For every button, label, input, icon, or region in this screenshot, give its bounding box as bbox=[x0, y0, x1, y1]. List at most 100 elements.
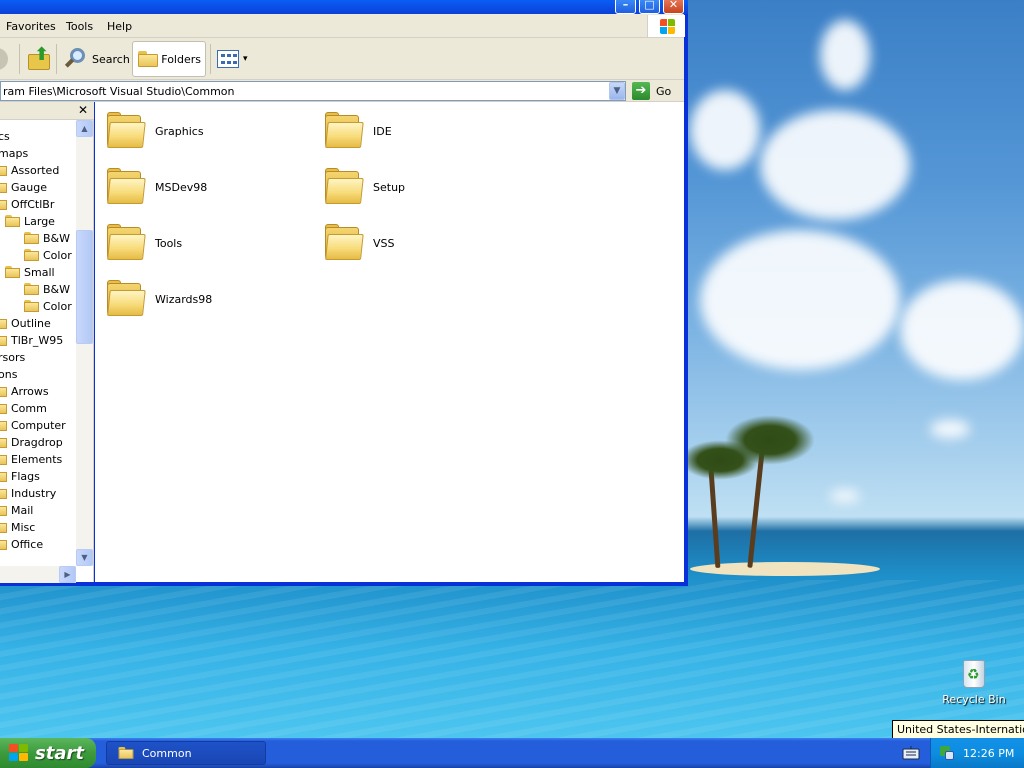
keyboard-icon[interactable] bbox=[902, 746, 920, 760]
tree-item[interactable]: Color bbox=[24, 247, 72, 264]
folder-label: Setup bbox=[373, 180, 406, 194]
tree-item-label: maps bbox=[0, 147, 29, 160]
tree-item[interactable]: Small bbox=[5, 264, 55, 281]
go-arrow-icon: ➔ bbox=[632, 82, 650, 100]
clock[interactable]: 12:26 PM bbox=[963, 747, 1014, 760]
maximize-button[interactable]: □ bbox=[639, 0, 660, 14]
go-label: Go bbox=[656, 84, 672, 98]
folder-icon bbox=[0, 198, 8, 211]
tree-item[interactable]: Outline bbox=[0, 315, 51, 332]
tree-item[interactable]: Assorted bbox=[0, 162, 59, 179]
network-icon[interactable] bbox=[939, 745, 955, 761]
title-bar[interactable]: – □ ✕ bbox=[0, 0, 688, 14]
scroll-down-icon[interactable]: ▼ bbox=[76, 549, 93, 566]
tree-item-label: Mail bbox=[11, 504, 34, 517]
folders-button[interactable]: Folders bbox=[132, 41, 206, 77]
up-folder-button[interactable]: ⬆ bbox=[22, 41, 56, 77]
tree-item[interactable]: Office bbox=[0, 536, 43, 553]
tree-item[interactable]: B&W bbox=[24, 230, 70, 247]
tree-item[interactable]: Gauge bbox=[0, 179, 47, 196]
tree-item[interactable]: Mail bbox=[0, 502, 33, 519]
folder-item[interactable]: Graphics bbox=[105, 112, 204, 150]
folder-label: MSDev98 bbox=[155, 180, 208, 194]
folder-label: IDE bbox=[373, 124, 392, 138]
taskbar-item-common[interactable]: Common bbox=[106, 741, 266, 765]
tree-item[interactable]: ons bbox=[0, 366, 17, 383]
minimize-button[interactable]: – bbox=[615, 0, 636, 14]
views-dropdown-icon: ▾ bbox=[243, 54, 248, 64]
folder-icon bbox=[105, 112, 146, 150]
tree-item[interactable]: B&W bbox=[24, 281, 70, 298]
tree-item[interactable]: Comm bbox=[0, 400, 47, 417]
views-icon bbox=[217, 50, 239, 68]
folder-icon bbox=[0, 402, 8, 415]
scroll-up-icon[interactable]: ▲ bbox=[76, 120, 93, 137]
forward-button[interactable] bbox=[0, 41, 12, 77]
tree-item[interactable]: Color bbox=[24, 298, 72, 315]
tree-item-label: Color bbox=[43, 300, 72, 313]
tree-item[interactable]: Misc bbox=[0, 519, 35, 536]
folder-icon bbox=[105, 224, 146, 262]
tree-item-label: cs bbox=[0, 130, 10, 143]
recycle-bin-label: Recycle Bin bbox=[942, 693, 1006, 706]
tree-item-label: Gauge bbox=[11, 181, 47, 194]
tree-item-label: Color bbox=[43, 249, 72, 262]
tree-item-label: TlBr_W95 bbox=[11, 334, 64, 347]
menu-favorites[interactable]: Favorites bbox=[6, 20, 56, 33]
tree-item-label: Dragdrop bbox=[11, 436, 63, 449]
folders-pane-close-icon[interactable]: ✕ bbox=[76, 103, 90, 117]
recycle-bin[interactable]: ♻ Recycle Bin bbox=[942, 656, 1006, 706]
folder-item[interactable]: MSDev98 bbox=[105, 168, 207, 206]
folder-item[interactable]: Tools bbox=[105, 224, 182, 262]
system-tray: 12:26 PM bbox=[930, 738, 1024, 768]
folder-icon bbox=[0, 470, 8, 483]
tree-item[interactable]: cs bbox=[0, 128, 10, 145]
close-button[interactable]: ✕ bbox=[663, 0, 684, 14]
menu-tools[interactable]: Tools bbox=[66, 20, 93, 33]
tree-item[interactable]: Elements bbox=[0, 451, 62, 468]
tree-item[interactable]: Dragdrop bbox=[0, 434, 63, 451]
start-label: start bbox=[35, 742, 84, 764]
tree-item[interactable]: Industry bbox=[0, 485, 56, 502]
folder-item[interactable]: VSS bbox=[323, 224, 395, 262]
folder-icon bbox=[5, 215, 21, 228]
tree-item[interactable]: Flags bbox=[0, 468, 40, 485]
folder-icon bbox=[0, 436, 8, 449]
scroll-right-icon[interactable]: ▶ bbox=[59, 566, 76, 583]
tree-item[interactable]: TlBr_W95 bbox=[0, 332, 63, 349]
go-button[interactable]: ➔ Go bbox=[632, 82, 671, 100]
tree-item[interactable]: Computer bbox=[0, 417, 66, 434]
folder-icon bbox=[118, 746, 135, 760]
tree-item-label: B&W bbox=[43, 232, 71, 245]
tree-item[interactable]: maps bbox=[0, 145, 28, 162]
scroll-thumb[interactable] bbox=[76, 230, 93, 344]
start-button[interactable]: start bbox=[0, 738, 96, 768]
folder-contents: Graphics IDE MSDev98 Setup Tools VSS Wizards98 bbox=[95, 102, 684, 582]
address-bar: ram Files\Microsoft Visual Studio\Common… bbox=[0, 80, 684, 102]
tree-item-label: Comm bbox=[11, 402, 47, 415]
tree-item-label: ons bbox=[0, 368, 18, 381]
tree-item-label: Computer bbox=[11, 419, 66, 432]
folder-tree-vertical-scrollbar[interactable]: ▲ ▼ bbox=[76, 120, 93, 566]
folder-label: Tools bbox=[155, 236, 183, 250]
tree-item[interactable]: rsors bbox=[0, 349, 25, 366]
tree-item[interactable]: Large bbox=[5, 213, 55, 230]
tree-item[interactable]: Arrows bbox=[0, 383, 49, 400]
search-icon bbox=[64, 47, 88, 71]
folder-icon bbox=[0, 181, 8, 194]
views-button[interactable]: ▾ bbox=[213, 41, 252, 77]
folder-icon bbox=[105, 280, 146, 318]
folder-icon bbox=[105, 168, 146, 206]
tree-item[interactable]: OffCtlBr bbox=[0, 196, 54, 213]
folder-tree-horizontal-scrollbar[interactable]: ▶ bbox=[0, 566, 76, 583]
folder-item[interactable]: IDE bbox=[323, 112, 392, 150]
tree-item-label: Misc bbox=[11, 521, 36, 534]
address-input[interactable]: ram Files\Microsoft Visual Studio\Common bbox=[0, 81, 626, 101]
search-button[interactable]: Search bbox=[60, 41, 134, 77]
folder-item[interactable]: Wizards98 bbox=[105, 280, 212, 318]
menu-help[interactable]: Help bbox=[107, 20, 132, 33]
explorer-window: – □ ✕ Favorites Tools Help ⬆ Search Fold… bbox=[0, 0, 688, 586]
folders-label: Folders bbox=[161, 52, 201, 66]
folder-item[interactable]: Setup bbox=[323, 168, 405, 206]
address-dropdown-icon[interactable]: ▼ bbox=[609, 82, 625, 100]
